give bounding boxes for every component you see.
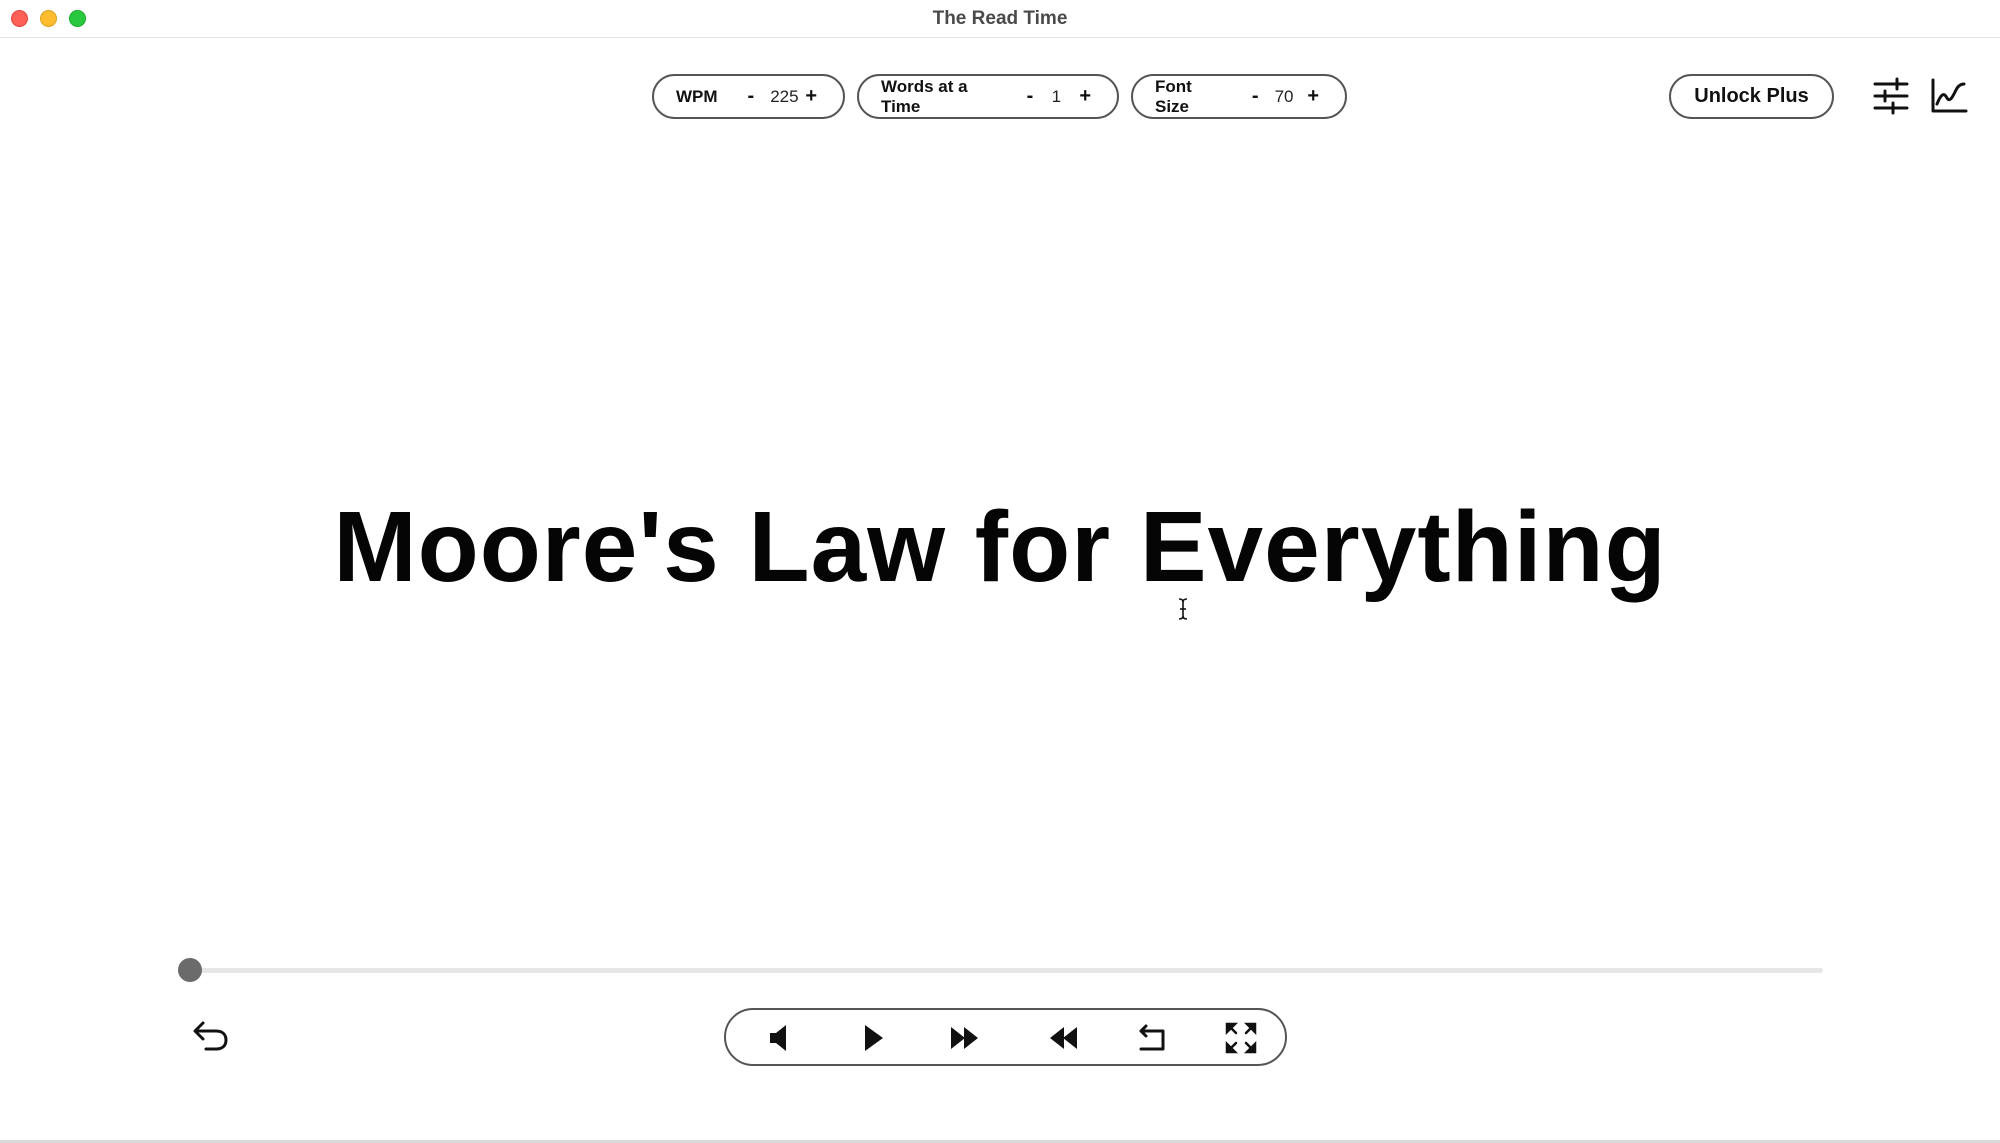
return-arrow-icon[interactable]: [1136, 1021, 1170, 1055]
wpm-increase-button[interactable]: +: [801, 85, 821, 108]
font-size-value: 70: [1274, 86, 1294, 106]
wpm-value: 225: [770, 86, 799, 106]
progress-slider-thumb[interactable]: [178, 958, 202, 982]
wpm-decrease-button[interactable]: -: [744, 85, 759, 108]
rewind-icon[interactable]: [1046, 1021, 1080, 1055]
fullscreen-icon[interactable]: [1224, 1021, 1258, 1055]
font-size-control: Font Size - 70 +: [1131, 74, 1347, 119]
window-title: The Read Time: [932, 8, 1068, 29]
words-value: 1: [1051, 86, 1062, 106]
text-cursor-icon: [1176, 597, 1190, 621]
wpm-control: WPM - 225 +: [652, 74, 845, 119]
wpm-label: WPM: [676, 86, 718, 106]
app-window: The Read Time WPM - 225 + Words at a Tim…: [0, 0, 2000, 1143]
sliders-icon[interactable]: [1871, 76, 1911, 116]
font-size-decrease-button[interactable]: -: [1248, 85, 1263, 108]
font-size-label: Font Size: [1155, 76, 1192, 116]
words-increase-button[interactable]: +: [1075, 85, 1095, 108]
playback-controls: [724, 1008, 1287, 1066]
unlock-plus-button[interactable]: Unlock Plus: [1669, 74, 1834, 119]
undo-arrow-icon[interactable]: [190, 1016, 230, 1056]
words-at-a-time-control: Words at a Time - 1 +: [857, 74, 1119, 119]
font-size-increase-button[interactable]: +: [1303, 85, 1323, 108]
line-chart-icon[interactable]: [1929, 76, 1969, 116]
play-icon[interactable]: [856, 1021, 890, 1055]
volume-icon[interactable]: [764, 1021, 798, 1055]
words-decrease-button[interactable]: -: [1023, 85, 1038, 108]
current-reading-text: Moore's Law for Everything: [333, 491, 1667, 603]
progress-slider-track[interactable]: [188, 968, 1823, 973]
fast-forward-icon[interactable]: [948, 1021, 982, 1055]
words-at-a-time-label: Words at a Time: [881, 76, 968, 116]
title-bar: The Read Time: [0, 0, 2000, 38]
